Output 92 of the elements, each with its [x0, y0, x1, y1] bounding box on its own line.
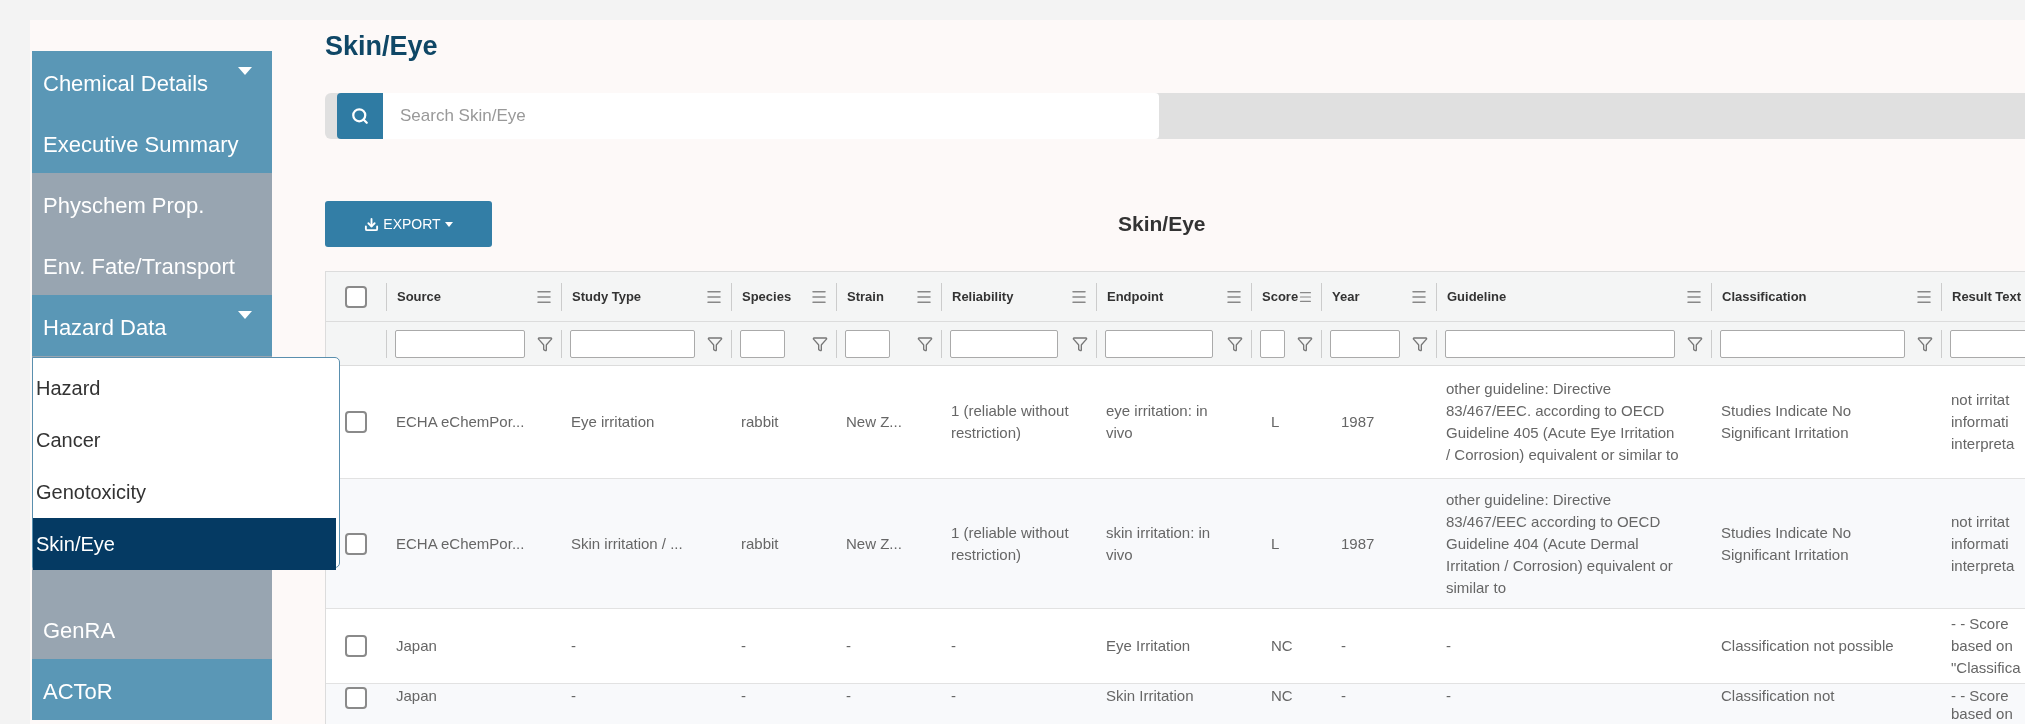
- table-cell-text: Studies Indicate No Significant Irritation: [1721, 401, 1853, 443]
- table-cell-text: Japan: [396, 636, 438, 656]
- table-cell-text: New Z...: [846, 412, 903, 432]
- table-cell-text: Skin irritation / ...: [571, 533, 684, 554]
- table-cell-text: -: [741, 636, 747, 656]
- table-cell-text: - - Score based on: [1951, 687, 2014, 723]
- table-cell-text: other guideline: Directive 83/467/EEC. according to OECD Guideline 405 (Acute Eye Irritation / Corrosion) equivalent or similar to: [1446, 379, 1680, 465]
- table-cell-text: Classification not: [1721, 687, 1836, 705]
- filter-icon[interactable]: [1687, 335, 1703, 352]
- table-cell-text: -: [1446, 636, 1452, 656]
- filter-icon[interactable]: [917, 335, 933, 352]
- table-cell-text: eye irritation: in vivo: [1106, 401, 1209, 443]
- table-cell-text: 1 (reliable without restriction): [951, 522, 1070, 565]
- column-header[interactable]: Species: [742, 286, 792, 307]
- column-header[interactable]: Strain: [847, 286, 884, 307]
- table-cell-text: -: [951, 636, 957, 656]
- filter-field[interactable]: [1105, 329, 1213, 358]
- column-header[interactable]: Endpoint: [1107, 286, 1164, 307]
- filter-field[interactable]: [395, 329, 525, 358]
- table-cell-text: not irritat informati interpreta: [1951, 390, 2016, 454]
- dropdown-item[interactable]: Skin/Eye: [33, 518, 336, 570]
- table-cell-text: L: [1270, 412, 1281, 432]
- checkbox[interactable]: [345, 532, 367, 555]
- download-icon: [364, 216, 380, 232]
- table-cell-text: Classification not possible: [1721, 636, 1895, 656]
- table-cell-text: Japan: [396, 687, 438, 705]
- search-icon[interactable]: [337, 93, 383, 139]
- table-cell-text: NC: [1270, 687, 1294, 705]
- filter-icon[interactable]: [1227, 335, 1243, 352]
- table-cell-text: rabbit: [741, 412, 780, 432]
- dropdown-item[interactable]: Cancer: [33, 414, 336, 466]
- table-cell-text: 1 (reliable without restriction): [951, 401, 1070, 443]
- filter-field[interactable]: [1445, 329, 1675, 358]
- checkbox[interactable]: [345, 687, 367, 709]
- page-title: Skin/Eye: [325, 30, 439, 63]
- export-button[interactable]: EXPORT: [325, 201, 492, 247]
- table-cell-text: rabbit: [741, 533, 780, 554]
- filter-field[interactable]: [1260, 329, 1285, 358]
- table-cell-text: other guideline: Directive 83/467/EEC according to OECD Guideline 404 (Acute Dermal Irritation / Corrosion) equivalent or similar to: [1446, 489, 1674, 598]
- table-cell-text: -: [846, 687, 852, 705]
- filter-icon[interactable]: [1072, 335, 1088, 352]
- filter-field[interactable]: [740, 329, 785, 358]
- filter-field[interactable]: [1950, 329, 2025, 358]
- filter-field[interactable]: [570, 329, 695, 358]
- table-cell-text: -: [951, 687, 957, 705]
- table-cell-text: Studies Indicate No Significant Irritation: [1721, 522, 1853, 565]
- table-cell-text: 1987: [1340, 533, 1376, 554]
- column-header[interactable]: Guideline: [1447, 286, 1507, 307]
- table-cell-text: 1987: [1340, 412, 1376, 432]
- filter-icon[interactable]: [1412, 335, 1428, 352]
- column-header[interactable]: Study Type: [572, 286, 642, 307]
- filter-icon[interactable]: [1297, 335, 1313, 352]
- table-title: Skin/Eye: [1118, 211, 1206, 238]
- filter-icon[interactable]: [1917, 335, 1933, 352]
- table-cell-text: not irritat informati interpreta: [1951, 511, 2016, 576]
- table-cell-text: -: [1446, 687, 1452, 705]
- filter-field[interactable]: [845, 329, 890, 358]
- filter-field[interactable]: [1330, 329, 1400, 358]
- column-header[interactable]: Year: [1332, 286, 1360, 307]
- table-cell-text: ECHA eChemPor...: [396, 533, 526, 554]
- column-header[interactable]: Reliability: [952, 286, 1014, 307]
- table-cell-text: - - Score based on "Classifica: [1951, 614, 2022, 678]
- table-cell-text: -: [571, 636, 577, 656]
- table-cell-text: -: [741, 687, 747, 705]
- table-cell-text: ECHA eChemPor...: [396, 412, 526, 432]
- table-cell-text: Skin Irritation: [1106, 687, 1195, 705]
- dropdown-item[interactable]: Genotoxicity: [33, 466, 336, 518]
- table-cell-text: -: [1340, 636, 1347, 656]
- table-cell-text: Eye Irritation: [1106, 636, 1192, 656]
- table-cell-text: L: [1270, 533, 1281, 554]
- filter-icon[interactable]: [537, 335, 553, 352]
- checkbox[interactable]: [345, 635, 367, 657]
- caret-icon: [444, 221, 453, 227]
- column-header[interactable]: Score: [1262, 286, 1299, 307]
- table-cell-text: New Z...: [846, 533, 903, 554]
- column-header[interactable]: Source: [397, 286, 442, 307]
- filter-icon[interactable]: [812, 335, 828, 352]
- filter-icon[interactable]: [707, 335, 723, 352]
- table-cell-text: NC: [1270, 636, 1294, 656]
- checkbox[interactable]: [345, 285, 367, 308]
- search-field[interactable]: Search Skin/Eye: [383, 93, 1159, 139]
- table-cell-text: -: [571, 687, 577, 705]
- table-cell-text: -: [1340, 687, 1347, 705]
- table-cell-text: -: [846, 636, 852, 656]
- dropdown-item[interactable]: Hazard: [33, 362, 336, 414]
- table-cell-text: Eye irritation: [571, 412, 656, 432]
- checkbox[interactable]: [345, 411, 367, 433]
- filter-field[interactable]: [1720, 329, 1905, 358]
- column-header[interactable]: Classification: [1722, 286, 1807, 307]
- table-cell-text: skin irritation: in vivo: [1106, 522, 1212, 565]
- column-header[interactable]: Result Text: [1952, 286, 2022, 307]
- filter-field[interactable]: [950, 329, 1058, 358]
